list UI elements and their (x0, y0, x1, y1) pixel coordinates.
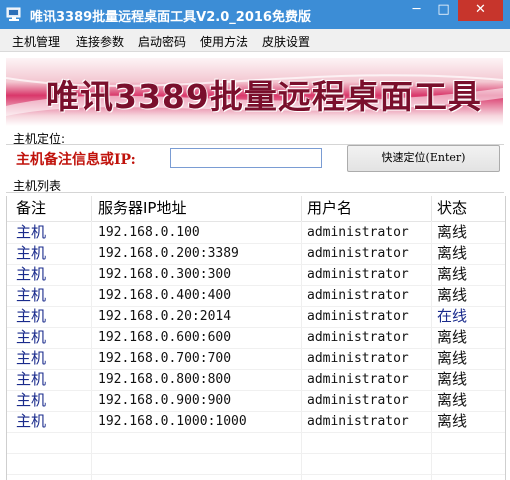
cell-ip: 192.168.0.1000:1000 (98, 414, 247, 429)
host-search-input[interactable] (170, 148, 322, 168)
table-row[interactable]: 主机 192.168.0.800:800 administrator 离线 (7, 369, 505, 391)
table-row[interactable]: 主机 192.168.0.1000:1000 administrator 离线 (7, 411, 505, 433)
banner-title: 唯讯3389批量远程桌面工具 (46, 77, 482, 116)
host-list-divider (6, 192, 504, 193)
maximize-button[interactable]: □ (430, 0, 457, 21)
col-header-status[interactable]: 状态 (437, 198, 467, 219)
quick-locate-button[interactable]: 快速定位(Enter) (347, 145, 500, 172)
menu-startup-password[interactable]: 启动密码 (138, 33, 186, 50)
cell-status: 离线 (437, 244, 468, 262)
column-divider[interactable] (301, 196, 302, 221)
cell-user: administrator (307, 414, 409, 429)
table-row[interactable]: 主机 192.168.0.700:700 administrator 离线 (7, 348, 505, 370)
cell-ip: 192.168.0.400:400 (98, 288, 232, 303)
cell-note: 主机 (16, 307, 47, 325)
cell-user: administrator (307, 267, 409, 282)
cell-ip: 192.168.0.200:3389 (98, 246, 239, 261)
cell-status: 离线 (437, 391, 468, 409)
table-row[interactable]: 主机 192.168.0.900:900 administrator 离线 (7, 390, 505, 412)
cell-status: 离线 (437, 328, 468, 346)
column-divider[interactable] (91, 196, 92, 221)
table-row[interactable]: 主机 192.168.0.600:600 administrator 离线 (7, 327, 505, 349)
cell-status: 在线 (437, 307, 468, 325)
banner: 唯讯3389批量远程桌面工具 (6, 58, 503, 126)
col-header-note[interactable]: 备注 (16, 198, 46, 219)
table-header: 备注 服务器IP地址 用户名 状态 (7, 196, 505, 222)
cell-note: 主机 (16, 391, 47, 409)
cell-status: 离线 (437, 370, 468, 388)
cell-note: 主机 (16, 370, 47, 388)
cell-note: 主机 (16, 244, 47, 262)
cell-status: 离线 (437, 349, 468, 367)
col-header-ip[interactable]: 服务器IP地址 (98, 198, 186, 219)
cell-note: 主机 (16, 412, 47, 430)
cell-ip: 192.168.0.20:2014 (98, 309, 232, 324)
cell-ip: 192.168.0.800:800 (98, 372, 232, 387)
cell-ip: 192.168.0.100 (98, 225, 200, 240)
cell-status: 离线 (437, 223, 468, 241)
cell-status: 离线 (437, 286, 468, 304)
empty-row (7, 453, 505, 475)
minimize-button[interactable]: ─ (403, 0, 430, 21)
title-bar[interactable]: 唯讯3389批量远程桌面工具V2.0_2016免费版 ─ □ ✕ (0, 0, 510, 29)
cell-user: administrator (307, 351, 409, 366)
host-list-table[interactable]: 备注 服务器IP地址 用户名 状态 主机 192.168.0.100 admin… (6, 196, 506, 480)
menu-connection-params[interactable]: 连接参数 (76, 33, 124, 50)
cell-note: 主机 (16, 349, 47, 367)
menu-host-management[interactable]: 主机管理 (12, 33, 60, 50)
cell-status: 离线 (437, 412, 468, 430)
table-row[interactable]: 主机 192.168.0.100 administrator 离线 (7, 222, 505, 244)
monitor-icon (6, 7, 21, 21)
column-divider[interactable] (431, 196, 432, 221)
empty-row (7, 432, 505, 454)
locate-field-label: 主机备注信息或IP: (16, 152, 136, 168)
cell-user: administrator (307, 288, 409, 303)
cell-note: 主机 (16, 265, 47, 283)
cell-ip: 192.168.0.300:300 (98, 267, 232, 282)
window-title: 唯讯3389批量远程桌面工具V2.0_2016免费版 (30, 10, 311, 25)
cell-user: administrator (307, 393, 409, 408)
cell-note: 主机 (16, 223, 47, 241)
table-row[interactable]: 主机 192.168.0.200:3389 administrator 离线 (7, 243, 505, 265)
cell-user: administrator (307, 372, 409, 387)
table-row[interactable]: 主机 192.168.0.20:2014 administrator 在线 (7, 306, 505, 328)
menu-usage-help[interactable]: 使用方法 (200, 33, 248, 50)
cell-ip: 192.168.0.900:900 (98, 393, 232, 408)
cell-ip: 192.168.0.700:700 (98, 351, 232, 366)
cell-note: 主机 (16, 328, 47, 346)
cell-user: administrator (307, 330, 409, 345)
cell-ip: 192.168.0.600:600 (98, 330, 232, 345)
table-row[interactable]: 主机 192.168.0.400:400 administrator 离线 (7, 285, 505, 307)
table-row[interactable]: 主机 192.168.0.300:300 administrator 离线 (7, 264, 505, 286)
cell-status: 离线 (437, 265, 468, 283)
close-button[interactable]: ✕ (458, 0, 503, 21)
cell-user: administrator (307, 309, 409, 324)
menu-bar: 主机管理 连接参数 启动密码 使用方法 皮肤设置 (0, 29, 510, 52)
cell-note: 主机 (16, 286, 47, 304)
cell-user: administrator (307, 246, 409, 261)
menu-skin-settings[interactable]: 皮肤设置 (262, 33, 310, 50)
col-header-user[interactable]: 用户名 (307, 198, 352, 219)
cell-user: administrator (307, 225, 409, 240)
